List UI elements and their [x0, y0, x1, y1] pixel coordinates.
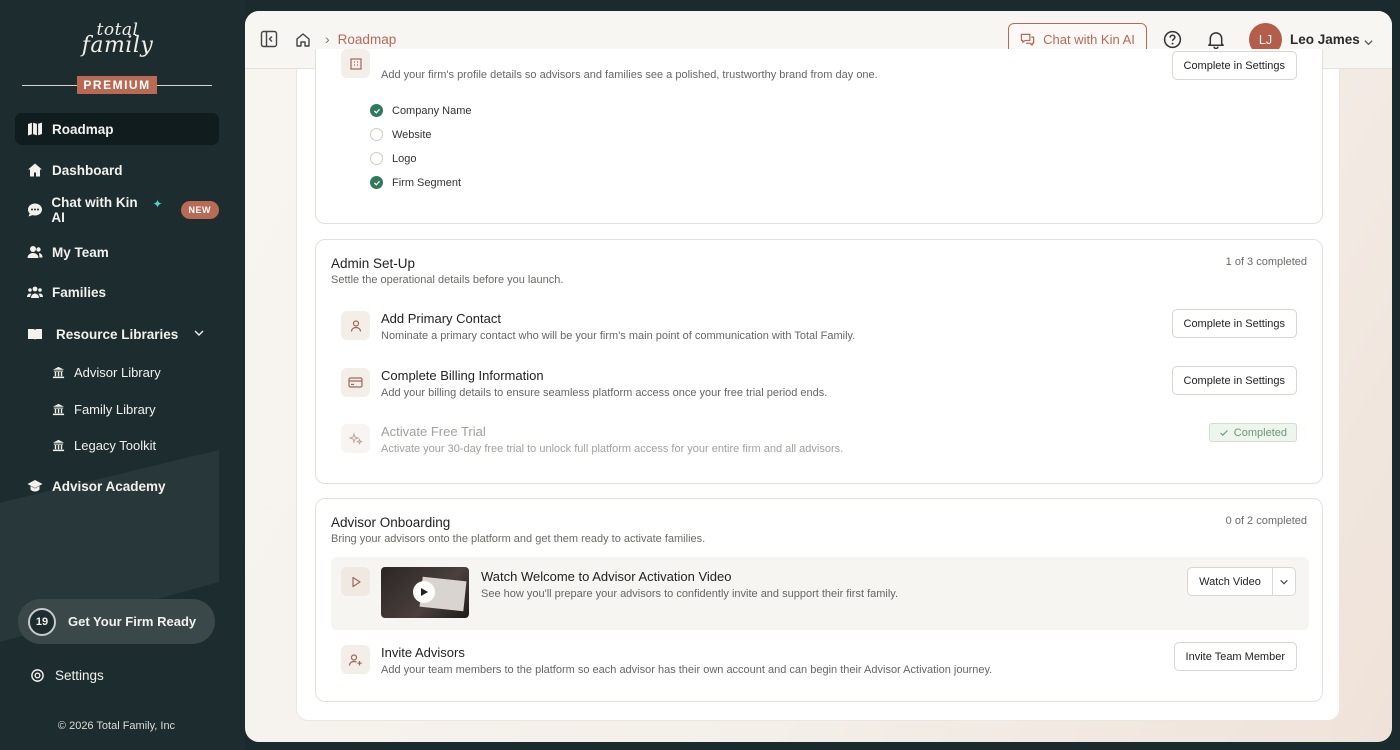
sidebar-item-dashboard[interactable]: Dashboard: [15, 154, 219, 186]
firm-profile-card: Add your firm's profile details so advis…: [315, 49, 1323, 224]
video-thumbnail[interactable]: [381, 567, 469, 618]
sparkle-icon: ✦: [152, 197, 163, 211]
premium-divider: PREMIUM: [22, 76, 212, 94]
firm-profile-task: Add your firm's profile details so advis…: [331, 49, 1309, 101]
card-subtitle: Settle the operational details before yo…: [331, 274, 564, 286]
chevron-down-icon[interactable]: [1363, 35, 1374, 53]
graduation-cap-icon: [26, 477, 44, 495]
sidebar-item-settings[interactable]: Settings: [30, 663, 104, 687]
family-icon: [26, 283, 44, 301]
main-panel: › Roadmap Chat with Kin AI LJ Leo James …: [245, 11, 1392, 742]
new-badge: NEW: [180, 201, 219, 219]
completion-count: 0 of 2 completed: [1225, 515, 1307, 527]
chat-icon: [1020, 33, 1035, 46]
checklist-item-firm-segment: Firm Segment: [370, 176, 461, 189]
firm-ready-progress-button[interactable]: 19 Get Your Firm Ready: [18, 599, 215, 644]
sidebar-item-roadmap[interactable]: Roadmap: [15, 113, 219, 145]
building-icon: [341, 49, 370, 78]
progress-ring: 19: [28, 607, 56, 636]
roadmap-content: Add your firm's profile details so advis…: [296, 49, 1340, 721]
credit-card-icon: [341, 368, 370, 397]
checklist-item-website: Website: [370, 128, 432, 141]
complete-in-settings-button[interactable]: Complete in Settings: [1171, 51, 1297, 80]
empty-circle-icon: [370, 152, 383, 165]
sidebar-item-advisor-academy[interactable]: Advisor Academy: [15, 470, 219, 502]
gear-icon: [30, 668, 45, 683]
library-icon: [52, 403, 66, 416]
checklist-item-company-name: Company Name: [370, 104, 471, 117]
home-icon: [26, 161, 44, 179]
chat-bubble-icon: [26, 201, 43, 219]
user-name[interactable]: Leo James: [1290, 32, 1360, 47]
completed-badge: Completed: [1208, 423, 1297, 442]
task-watch-video: Watch Welcome to Advisor Activation Vide…: [331, 557, 1309, 630]
users-icon: [26, 243, 44, 261]
admin-setup-card: Admin Set-Up Settle the operational deta…: [315, 239, 1323, 484]
sidebar-item-chat[interactable]: Chat with Kin AI ✦ NEW: [15, 194, 219, 226]
premium-badge: PREMIUM: [77, 76, 157, 94]
card-title: Advisor Onboarding: [331, 515, 451, 530]
sidebar: total family PREMIUM Roadmap Dashboard C…: [0, 0, 245, 750]
check-icon: [1219, 429, 1228, 436]
breadcrumb: › Roadmap: [325, 31, 396, 47]
empty-circle-icon: [370, 128, 383, 141]
copyright-text: © 2026 Total Family, Inc: [57, 720, 176, 732]
bell-icon[interactable]: [1207, 30, 1225, 49]
chevron-down-icon[interactable]: [193, 327, 205, 342]
home-icon[interactable]: [295, 32, 311, 48]
chevron-right-icon: ›: [325, 31, 330, 47]
invite-team-member-button[interactable]: Invite Team Member: [1173, 642, 1297, 671]
sidebar-subitem-advisor-library[interactable]: Advisor Library: [52, 360, 161, 384]
sidebar-item-my-team[interactable]: My Team: [15, 236, 219, 268]
checklist-item-logo: Logo: [370, 152, 416, 165]
card-title: Admin Set-Up: [331, 256, 416, 271]
card-subtitle: Bring your advisors onto the platform an…: [331, 533, 706, 545]
sparkles-icon: [341, 424, 370, 453]
person-icon: [341, 311, 370, 340]
task-add-primary-contact: Add Primary Contact Nominate a primary c…: [331, 306, 1309, 356]
sidebar-subitem-family-library[interactable]: Family Library: [52, 397, 156, 421]
help-icon[interactable]: [1163, 30, 1182, 49]
play-icon: [341, 567, 370, 596]
watch-video-split-button: Watch Video: [1187, 567, 1296, 596]
brand-logo[interactable]: total family: [0, 22, 235, 57]
library-icon: [52, 439, 66, 452]
advisor-onboarding-card: Advisor Onboarding Bring your advisors o…: [315, 498, 1323, 702]
sidebar-item-resource-libraries[interactable]: Resource Libraries: [15, 318, 219, 350]
complete-in-settings-button[interactable]: Complete in Settings: [1171, 366, 1297, 395]
sidebar-toggle-icon[interactable]: [260, 30, 278, 48]
completion-count: 1 of 3 completed: [1225, 256, 1307, 268]
breadcrumb-current[interactable]: Roadmap: [338, 32, 397, 47]
task-complete-billing: Complete Billing Information Add your bi…: [331, 363, 1309, 413]
library-icon: [52, 366, 66, 379]
sidebar-subitem-legacy-toolkit[interactable]: Legacy Toolkit: [52, 433, 156, 457]
task-invite-advisors: Invite Advisors Add your team members to…: [331, 640, 1309, 690]
map-icon: [26, 120, 44, 138]
check-icon: [370, 176, 383, 189]
chevron-down-icon[interactable]: [1273, 577, 1295, 587]
play-button-icon[interactable]: [413, 581, 435, 603]
task-activate-free-trial: Activate Free Trial Activate your 30-day…: [331, 419, 1309, 469]
user-plus-icon: [341, 645, 370, 674]
watch-video-button[interactable]: Watch Video: [1188, 568, 1273, 595]
sidebar-item-families[interactable]: Families: [15, 276, 219, 308]
book-icon: [26, 325, 44, 343]
complete-in-settings-button[interactable]: Complete in Settings: [1171, 309, 1297, 338]
check-icon: [370, 104, 383, 117]
